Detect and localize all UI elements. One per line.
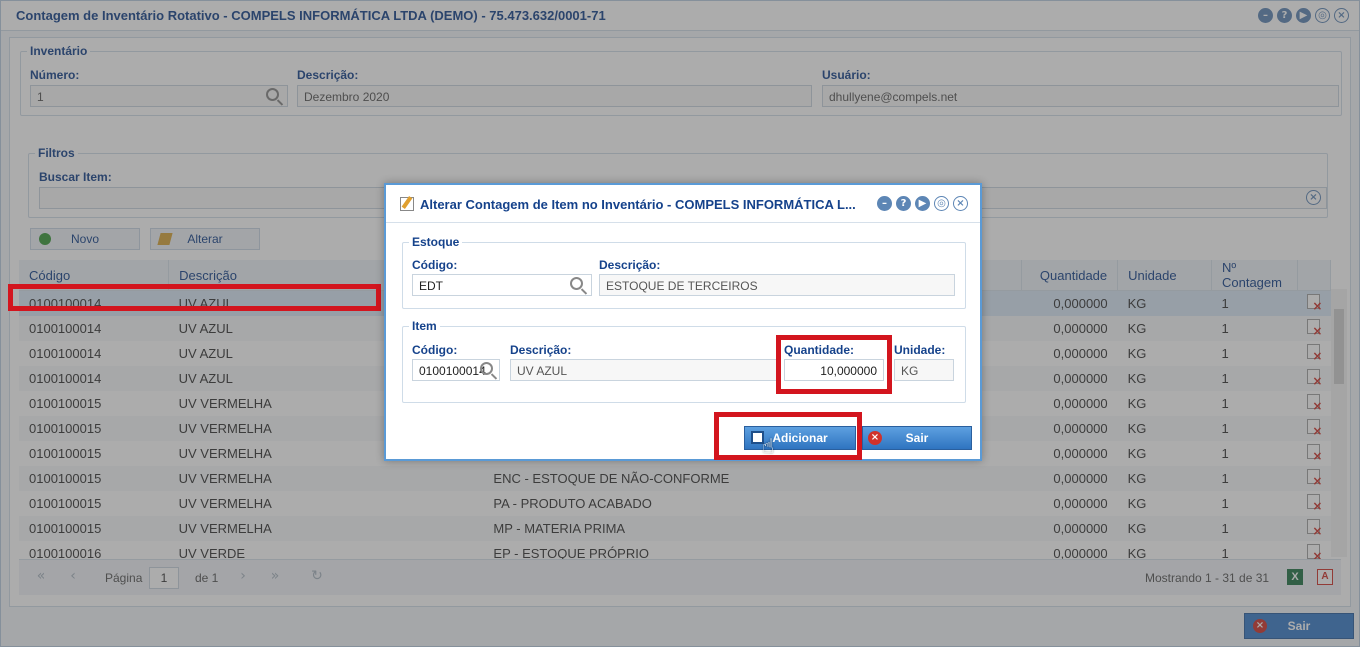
item-descricao-field[interactable]: UV AZUL — [510, 359, 780, 381]
dialog-titlebar: Alterar Contagem de Item no Inventário -… — [386, 185, 980, 223]
estoque-descricao-label: Descrição: — [599, 258, 661, 272]
exit-icon: × — [868, 431, 882, 445]
close-icon[interactable]: × — [953, 196, 968, 211]
estoque-codigo-label: Código: — [412, 258, 458, 272]
estoque-fieldset: Estoque — [402, 235, 966, 309]
search-icon[interactable] — [570, 277, 583, 290]
item-legend: Item — [412, 319, 437, 333]
unidade-label: Unidade: — [894, 343, 946, 357]
play-icon[interactable]: ▶ — [915, 196, 930, 211]
dialog-sair-button[interactable]: × Sair — [862, 426, 972, 450]
estoque-descricao-field[interactable]: ESTOQUE DE TERCEIROS — [599, 274, 955, 296]
dialog-title: Alterar Contagem de Item no Inventário -… — [420, 197, 856, 212]
alterar-contagem-dialog: Alterar Contagem de Item no Inventário -… — [384, 183, 982, 461]
edit-icon — [400, 197, 414, 211]
dialog-sair-label: Sair — [905, 431, 929, 445]
adicionar-highlight-box — [714, 412, 862, 460]
dialog-controls: – ? ▶ ◎ × — [877, 196, 968, 211]
minimize-icon[interactable]: – — [877, 196, 892, 211]
row-highlight-box — [8, 284, 381, 311]
estoque-codigo-field[interactable]: EDT — [412, 274, 592, 296]
item-descricao-label: Descrição: — [510, 343, 572, 357]
estoque-legend: Estoque — [412, 235, 460, 249]
search-icon[interactable] — [480, 362, 493, 375]
hand-cursor-icon: ☝ — [762, 434, 775, 458]
item-codigo-label: Código: — [412, 343, 458, 357]
quantidade-highlight-box — [776, 335, 892, 394]
settings-icon[interactable]: ◎ — [934, 196, 949, 211]
unidade-field[interactable]: KG — [894, 359, 954, 381]
help-icon[interactable]: ? — [896, 196, 911, 211]
